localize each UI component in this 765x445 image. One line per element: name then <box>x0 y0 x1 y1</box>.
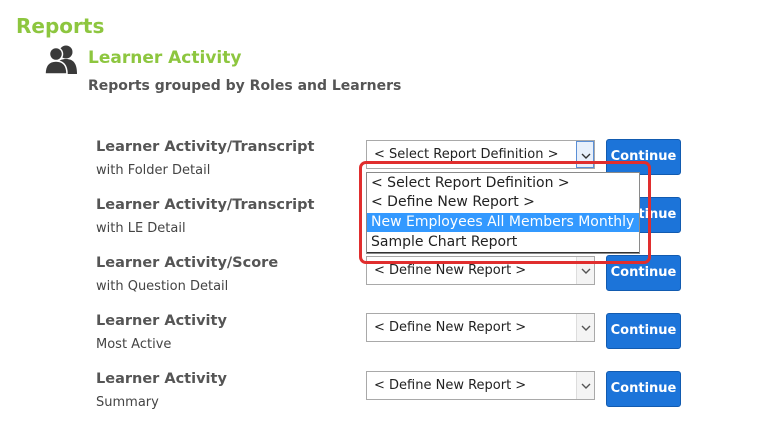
chevron-down-icon[interactable] <box>576 372 594 399</box>
continue-button[interactable]: Continue <box>606 371 681 407</box>
report-title: Learner Activity <box>96 371 227 387</box>
report-subtitle: Most Active <box>96 337 172 352</box>
report-title: Learner Activity <box>96 313 227 329</box>
section-title: Learner Activity <box>88 48 242 68</box>
users-icon <box>44 44 79 75</box>
annotation-highlight-box <box>359 161 651 264</box>
report-subtitle: with Question Detail <box>96 279 229 294</box>
select-value: < Define New Report > <box>374 263 527 278</box>
report-title: Learner Activity/Transcript <box>96 139 315 155</box>
section-subtitle: Reports grouped by Roles and Learners <box>88 78 402 94</box>
continue-button[interactable]: Continue <box>606 313 681 349</box>
report-subtitle: with Folder Detail <box>96 163 211 178</box>
report-subtitle: with LE Detail <box>96 221 186 236</box>
select-value: < Define New Report > <box>374 378 527 393</box>
report-title: Learner Activity/Score <box>96 255 279 271</box>
select-value: < Select Report Definition > <box>374 147 559 162</box>
report-title: Learner Activity/Transcript <box>96 197 315 213</box>
report-subtitle: Summary <box>96 395 159 410</box>
select-value: < Define New Report > <box>374 320 527 335</box>
page-title: Reports <box>16 14 105 38</box>
report-definition-select[interactable]: < Define New Report > <box>366 371 595 400</box>
report-definition-select[interactable]: < Define New Report > <box>366 313 595 342</box>
chevron-down-icon[interactable] <box>576 314 594 341</box>
